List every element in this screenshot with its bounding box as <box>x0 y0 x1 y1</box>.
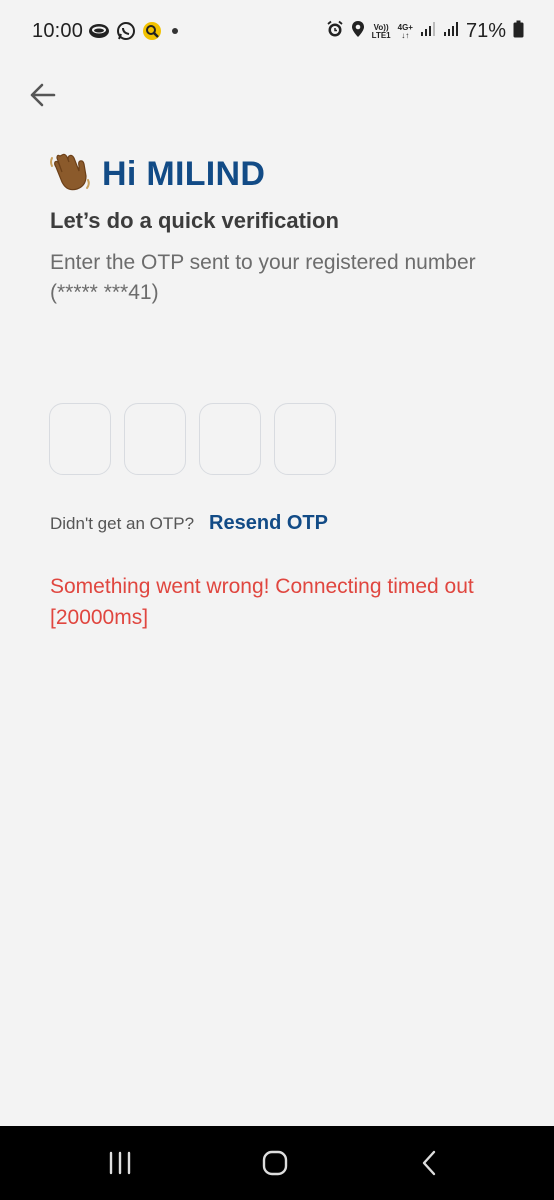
resend-prompt: Didn't get an OTP? <box>50 514 195 533</box>
recent-apps-button[interactable] <box>100 1146 140 1180</box>
otp-digit-2[interactable] <box>124 403 186 475</box>
battery-icon <box>513 20 524 43</box>
resend-otp-button[interactable]: Resend OTP <box>209 512 328 535</box>
verification-subtitle: Let’s do a quick verification <box>50 208 339 233</box>
battery-percent: 71% <box>465 20 506 42</box>
signal-icon <box>420 21 436 42</box>
otp-verification-screen: 10:00 Vo)) LTE1 4G+ ↓↑ 71% Hi MILIND Let… <box>0 0 554 1200</box>
navigation-bar <box>0 1126 554 1200</box>
status-time: 10:00 <box>32 20 84 42</box>
whatsapp-icon <box>116 21 136 46</box>
notification-icons <box>88 21 182 46</box>
greeting-title: Hi MILIND <box>102 155 266 193</box>
home-icon <box>262 1150 288 1176</box>
otp-instruction: Enter the OTP sent to your registered nu… <box>50 251 476 304</box>
notification-dot-icon <box>168 24 182 43</box>
system-status-icons: Vo)) LTE1 4G+ ↓↑ 71% <box>326 20 524 43</box>
recent-apps-icon <box>109 1151 131 1175</box>
chat-bubble-icon <box>88 22 110 45</box>
search-app-icon <box>142 21 162 46</box>
signal-icon <box>443 21 459 42</box>
home-button[interactable] <box>255 1146 295 1180</box>
back-button[interactable] <box>26 78 60 112</box>
waving-hand-icon <box>48 150 92 199</box>
data-indicator: 4G+ ↓↑ <box>397 22 413 40</box>
arrow-left-icon <box>30 83 56 107</box>
location-icon <box>351 20 365 43</box>
resend-row: Didn't get an OTP? Resend OTP <box>50 512 328 535</box>
otp-input-group <box>49 403 336 475</box>
otp-digit-3[interactable] <box>199 403 261 475</box>
otp-digit-1[interactable] <box>49 403 111 475</box>
greeting: Hi MILIND <box>48 150 265 199</box>
nav-back-button[interactable] <box>410 1146 450 1180</box>
error-message: Something went wrong! Connecting timed o… <box>50 575 474 629</box>
back-icon <box>422 1150 436 1176</box>
status-bar: 10:00 Vo)) LTE1 4G+ ↓↑ 71% <box>0 0 554 64</box>
otp-digit-4[interactable] <box>274 403 336 475</box>
alarm-icon <box>326 20 344 43</box>
volte-indicator: Vo)) LTE1 <box>371 22 391 40</box>
